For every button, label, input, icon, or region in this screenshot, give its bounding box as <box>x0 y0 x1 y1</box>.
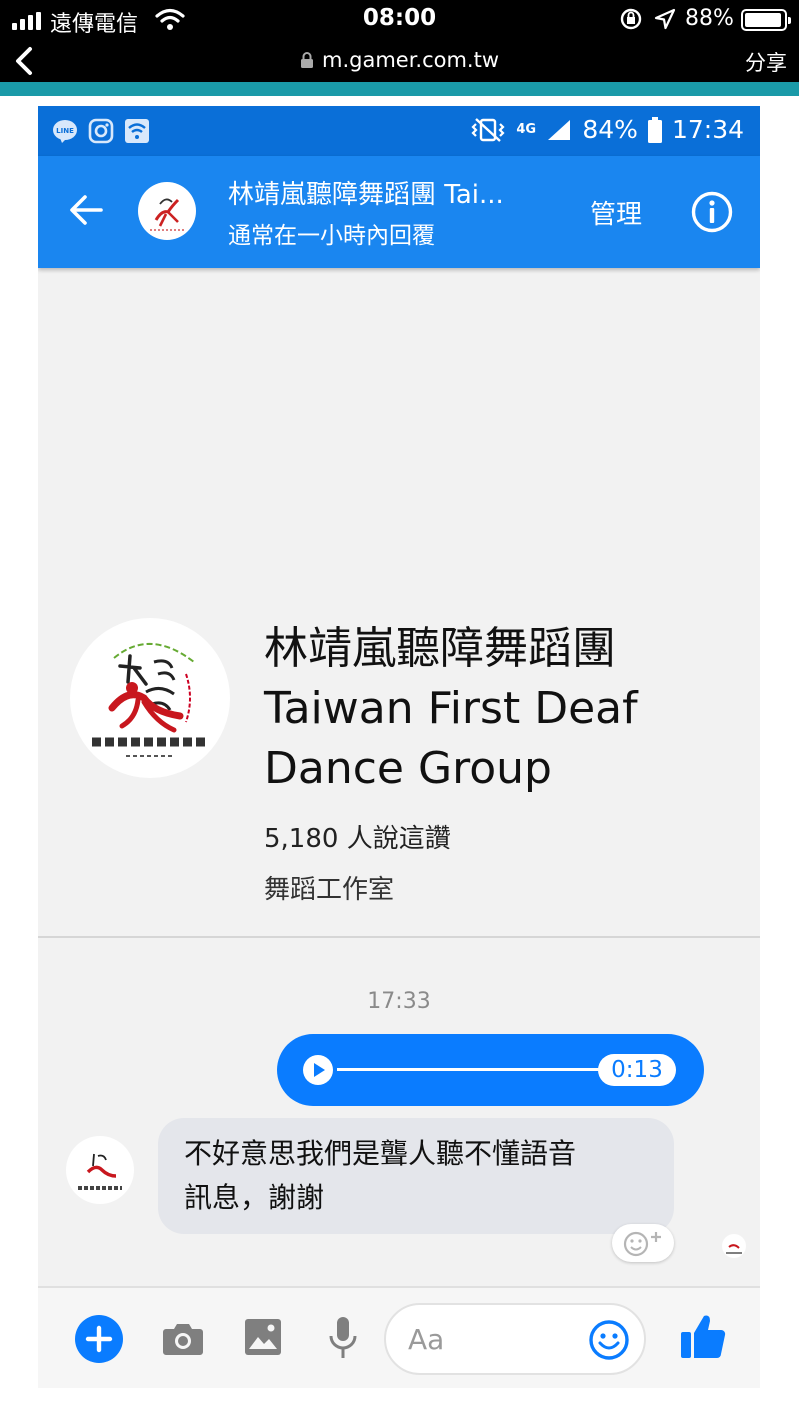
sender-avatar[interactable] <box>66 1136 134 1204</box>
embedded-screenshot: LINE 4G 84% 17:34 林靖嵐聽障舞蹈團 Tai... 通常在一小時… <box>38 106 760 1388</box>
line-app-icon: LINE <box>53 120 77 143</box>
ios-clock: 08:00 <box>362 5 437 31</box>
thumbs-up-icon[interactable] <box>680 1312 726 1360</box>
play-button[interactable] <box>303 1055 333 1085</box>
browser-bar: m.gamer.com.tw 分享 <box>0 40 799 82</box>
camera-icon[interactable] <box>162 1320 204 1356</box>
dance-group-logo-icon <box>92 643 208 757</box>
android-clock: 17:34 <box>671 115 744 144</box>
page-name-line: 林靖嵐聽障舞蹈團 <box>264 623 616 674</box>
microphone-icon[interactable] <box>328 1316 358 1360</box>
plus-icon[interactable] <box>74 1314 124 1364</box>
add-reaction-button[interactable] <box>612 1224 674 1262</box>
play-icon <box>314 1063 325 1077</box>
network-type: 4G <box>516 122 537 137</box>
page-logo <box>70 618 230 778</box>
voice-message-bubble[interactable]: 0:13 <box>277 1034 704 1106</box>
chat-header: 林靖嵐聽障舞蹈團 Tai... 通常在一小時內回覆 管理 <box>38 156 760 268</box>
incoming-message-bubble[interactable]: 不好意思我們是聾人聽不懂語音 訊息，謝謝 <box>158 1118 674 1234</box>
vibrate-icon <box>471 117 505 142</box>
audio-progress-track[interactable] <box>337 1068 604 1071</box>
image-icon[interactable] <box>244 1318 282 1356</box>
url-text: m.gamer.com.tw <box>321 48 500 72</box>
page-likes: 5,180 人說這讚 <box>264 824 451 854</box>
ios-status-bar: 遠傳電信 08:00 88% <box>0 0 799 40</box>
message-timestamp: 17:33 <box>367 989 431 1014</box>
divider <box>38 936 760 938</box>
seen-indicator-avatar <box>722 1234 746 1258</box>
android-battery-percent: 84% <box>582 115 638 144</box>
android-battery-icon <box>647 116 662 143</box>
message-text-line: 訊息，謝謝 <box>184 1181 325 1214</box>
lock-icon <box>300 52 313 68</box>
share-button[interactable]: 分享 <box>745 47 787 77</box>
add-reaction-icon <box>623 1231 661 1257</box>
message-text-line: 不好意思我們是聾人聽不懂語音 <box>184 1137 577 1170</box>
manage-button[interactable]: 管理 <box>590 194 642 231</box>
message-input-placeholder: Aa <box>408 1323 445 1356</box>
dance-group-logo-icon <box>150 198 184 231</box>
rotation-lock-icon <box>620 8 642 30</box>
emoji-icon[interactable] <box>588 1319 630 1361</box>
page-avatar[interactable] <box>138 182 196 240</box>
dance-group-logo-icon <box>726 1244 742 1254</box>
info-icon[interactable] <box>690 190 734 234</box>
page-name-line: Dance Group <box>264 743 552 794</box>
chat-title: 林靖嵐聽障舞蹈團 Tai... <box>228 180 504 210</box>
page-name: 林靖嵐聽障舞蹈團 Taiwan First Deaf Dance Group <box>264 619 734 799</box>
signal-icon <box>548 119 571 140</box>
location-arrow-icon <box>654 8 676 30</box>
message-input[interactable]: Aa <box>384 1303 646 1375</box>
battery-icon <box>741 9 791 31</box>
ios-battery-percent: 88% <box>685 6 734 31</box>
chat-subtitle: 通常在一小時內回覆 <box>228 223 435 249</box>
url-bar[interactable]: m.gamer.com.tw <box>0 48 799 72</box>
instagram-icon <box>88 118 114 144</box>
voice-duration: 0:13 <box>598 1054 676 1086</box>
android-status-bar: LINE 4G 84% 17:34 <box>38 106 760 156</box>
back-arrow-icon[interactable] <box>68 194 104 226</box>
message-composer: Aa <box>38 1286 760 1388</box>
page-category: 舞蹈工作室 <box>264 875 395 905</box>
svg-text:LINE: LINE <box>56 127 74 135</box>
dance-group-logo-icon <box>78 1153 122 1190</box>
page-name-line: Taiwan First Deaf <box>264 683 638 734</box>
browser-progress-line <box>0 82 799 96</box>
wifi-box-icon <box>125 119 149 143</box>
